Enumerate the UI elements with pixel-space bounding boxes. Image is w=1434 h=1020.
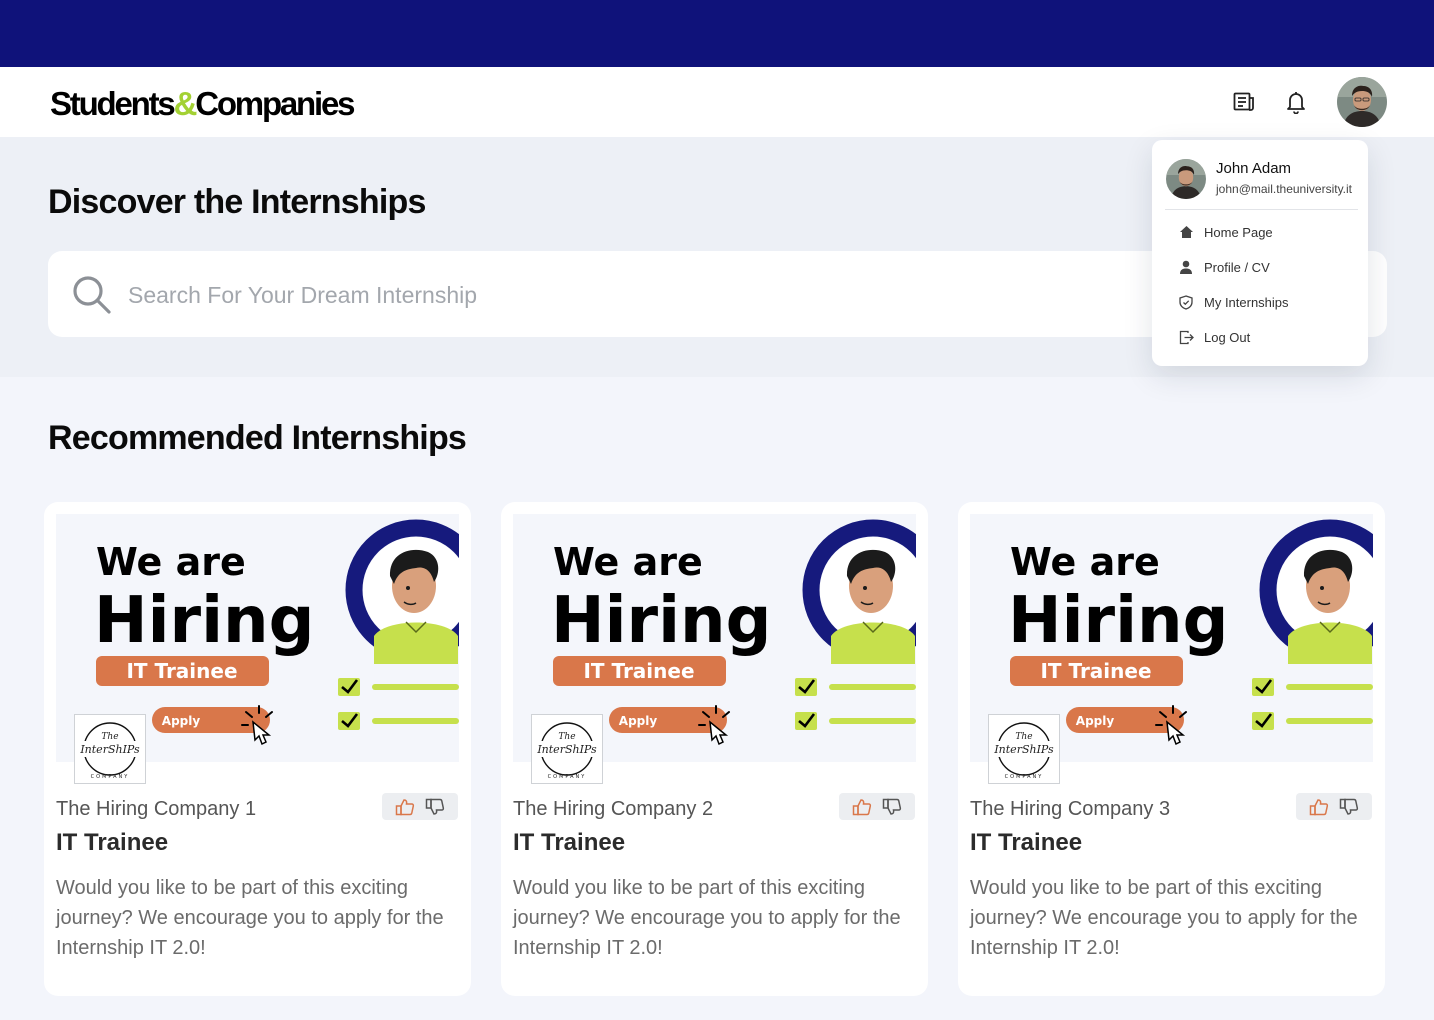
banner-line1: We are xyxy=(1010,540,1160,584)
company-name: The Hiring Company 3 xyxy=(970,798,1171,820)
banner-role: IT Trainee xyxy=(1040,659,1151,683)
internship-card[interactable]: We are Hiring IT Trainee Apply The Inter… xyxy=(958,502,1385,996)
banner-line1: We are xyxy=(96,540,246,584)
menu-item-my-internships[interactable]: My Internships xyxy=(1178,292,1348,312)
navbar: Students&Companies xyxy=(0,67,1434,137)
company-name: The Hiring Company 1 xyxy=(56,798,257,820)
banner-line1: We are xyxy=(553,540,703,584)
internship-card[interactable]: We are Hiring IT Trainee Apply The Inter… xyxy=(44,502,471,996)
banner-apply: Apply xyxy=(619,714,658,728)
thumbs-up-icon[interactable] xyxy=(394,797,416,817)
svg-text:COMPANY: COMPANY xyxy=(1005,774,1044,780)
svg-text:InterShIPs: InterShIPs xyxy=(993,743,1054,756)
user-icon xyxy=(1178,259,1194,275)
svg-text:The: The xyxy=(101,732,118,742)
job-title[interactable]: IT Trainee xyxy=(970,829,1082,857)
job-description: Would you like to be part of this exciti… xyxy=(513,877,901,959)
section-title: Recommended Internships xyxy=(48,419,467,457)
menu-item-logout[interactable]: Log Out xyxy=(1178,327,1348,347)
search-icon xyxy=(70,273,114,317)
banner-apply: Apply xyxy=(162,714,201,728)
job-title[interactable]: IT Trainee xyxy=(56,829,168,857)
internship-card[interactable]: We are Hiring IT Trainee Apply The Inter… xyxy=(501,502,928,996)
svg-text:InterShIPs: InterShIPs xyxy=(79,743,140,756)
job-description: Would you like to be part of this exciti… xyxy=(970,877,1358,959)
thumbs-down-icon[interactable] xyxy=(424,797,446,817)
user-avatar[interactable] xyxy=(1337,77,1387,127)
page-title: Discover the Internships xyxy=(48,183,426,221)
menu-divider xyxy=(1165,209,1358,210)
banner-line2: Hiring xyxy=(551,584,771,658)
search-input[interactable] xyxy=(128,275,1028,315)
vote-box xyxy=(1296,793,1372,820)
banner-role: IT Trainee xyxy=(583,659,694,683)
banner-line2: Hiring xyxy=(1008,584,1228,658)
logout-icon xyxy=(1178,329,1194,345)
svg-text:The: The xyxy=(1015,732,1032,742)
company-logo: The InterShIPs COMPANY xyxy=(531,714,603,784)
bell-icon[interactable] xyxy=(1283,89,1309,115)
shield-icon xyxy=(1178,294,1194,310)
menu-item-home[interactable]: Home Page xyxy=(1178,222,1348,242)
thumbs-up-icon[interactable] xyxy=(1308,797,1330,817)
top-banner-strip xyxy=(0,0,1434,67)
user-menu-dropdown: John Adam john@mail.theuniversity.it Hom… xyxy=(1152,140,1368,366)
banner-role: IT Trainee xyxy=(126,659,237,683)
banner-apply: Apply xyxy=(1076,714,1115,728)
vote-box xyxy=(382,793,458,820)
brand-logo[interactable]: Students&Companies xyxy=(50,85,355,123)
company-logo: The InterShIPs COMPANY xyxy=(988,714,1060,784)
company-logo: The InterShIPs COMPANY xyxy=(74,714,146,784)
job-description: Would you like to be part of this exciti… xyxy=(56,877,444,959)
user-email: john@mail.theuniversity.it xyxy=(1216,182,1353,196)
vote-box xyxy=(839,793,915,820)
menu-item-profile[interactable]: Profile / CV xyxy=(1178,257,1348,277)
home-icon xyxy=(1178,224,1194,240)
company-name: The Hiring Company 2 xyxy=(513,798,714,820)
banner-line2: Hiring xyxy=(94,584,314,658)
thumbs-down-icon[interactable] xyxy=(1338,797,1360,817)
user-name: John Adam xyxy=(1216,160,1292,177)
svg-text:COMPANY: COMPANY xyxy=(91,774,130,780)
job-title[interactable]: IT Trainee xyxy=(513,829,625,857)
thumbs-up-icon[interactable] xyxy=(851,797,873,817)
newspaper-icon[interactable] xyxy=(1231,89,1257,115)
thumbs-down-icon[interactable] xyxy=(881,797,903,817)
svg-text:InterShIPs: InterShIPs xyxy=(536,743,597,756)
svg-text:COMPANY: COMPANY xyxy=(548,774,587,780)
svg-text:The: The xyxy=(558,732,575,742)
menu-avatar xyxy=(1166,159,1206,199)
